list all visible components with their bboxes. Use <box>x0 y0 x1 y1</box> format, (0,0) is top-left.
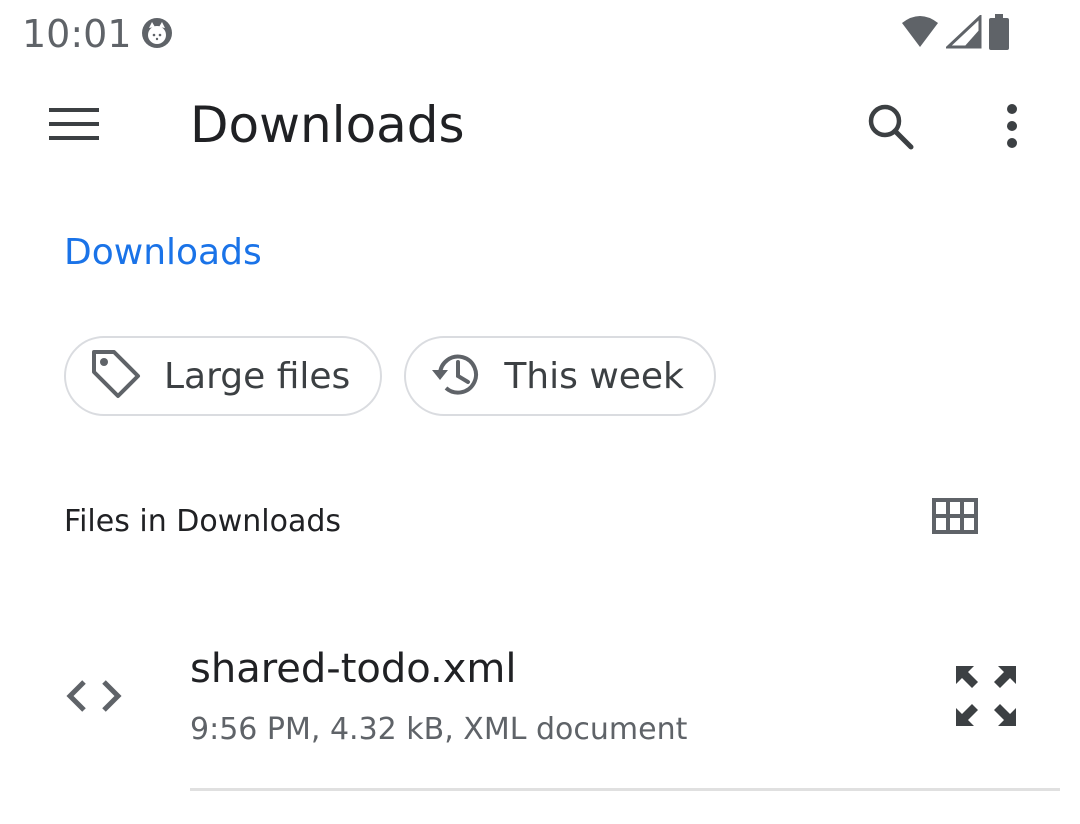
app-bar: Downloads <box>0 66 1080 186</box>
history-icon <box>428 346 484 407</box>
file-meta: 9:56 PM, 4.32 kB, XML document <box>190 712 688 747</box>
status-icons <box>900 13 1010 55</box>
app-notification-icon <box>140 16 174 50</box>
wifi-icon <box>900 15 940 54</box>
chip-this-week[interactable]: This week <box>404 336 716 416</box>
expand-icon[interactable] <box>950 660 1022 732</box>
breadcrumb[interactable]: Downloads <box>64 232 262 273</box>
cell-signal-icon <box>944 13 982 54</box>
status-time: 10:01 <box>22 12 132 56</box>
file-name: shared-todo.xml <box>190 646 517 692</box>
menu-icon <box>49 106 99 147</box>
grid-view-toggle[interactable] <box>926 494 984 542</box>
more-vert-icon <box>1005 103 1019 154</box>
section-header: Files in Downloads <box>64 504 342 539</box>
page-title: Downloads <box>190 96 465 154</box>
filter-chips: Large files This week <box>64 336 716 416</box>
search-icon <box>865 101 915 156</box>
divider <box>190 788 1060 791</box>
status-bar: 10:01 <box>0 0 1080 66</box>
chip-large-files[interactable]: Large files <box>64 336 383 416</box>
search-button[interactable] <box>858 96 922 160</box>
chip-label: This week <box>504 355 684 397</box>
file-list-item[interactable]: shared-todo.xml 9:56 PM, 4.32 kB, XML do… <box>0 620 1080 791</box>
grid-view-icon <box>932 497 978 539</box>
battery-icon <box>988 14 1010 55</box>
chip-label: Large files <box>164 355 351 397</box>
menu-button[interactable] <box>40 94 108 158</box>
tag-icon <box>88 346 144 407</box>
more-options-button[interactable] <box>980 96 1044 160</box>
code-icon <box>64 672 128 720</box>
